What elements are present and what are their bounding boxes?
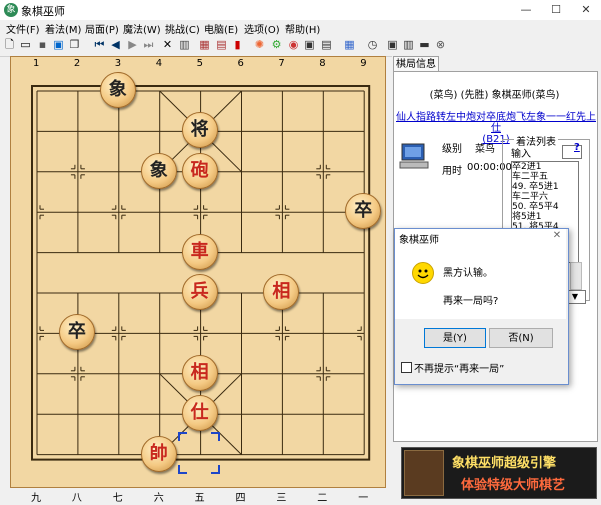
piece-black[interactable]: 象 (99, 72, 136, 108)
help-button[interactable]: ? (574, 142, 584, 156)
piece-red[interactable]: 仕 (181, 395, 218, 432)
move-entry[interactable]: 50. 卒5平4 (512, 202, 578, 212)
bottom-coord: 八 (71, 493, 82, 504)
piece-black[interactable]: 将 (181, 112, 218, 149)
book2-icon[interactable]: ▥ (402, 38, 415, 51)
move-entry[interactable]: 49. 卒5进1 (512, 182, 578, 192)
time-label: 用时 (442, 166, 462, 177)
piece-red[interactable]: 砲 (181, 152, 218, 189)
next-move-icon[interactable]: ▶ (126, 38, 139, 51)
opening-name: 仙人指路转左中炮对卒底炮飞左象一一红先上仕 (396, 112, 596, 134)
piece-red[interactable]: 帥 (140, 435, 177, 472)
piece-red[interactable]: 相 (181, 354, 218, 391)
close-button[interactable]: ✕ (571, 0, 601, 20)
panel-icon[interactable]: ▣ (386, 38, 399, 51)
menu-options[interactable]: 选项(O) (244, 21, 280, 36)
dialog-close-icon[interactable]: ✕ (551, 230, 563, 242)
bottom-coord: 六 (153, 493, 164, 504)
top-coord: 7 (278, 58, 285, 69)
menu-position[interactable]: 局面(P) (85, 21, 119, 36)
smiley-icon (412, 262, 434, 284)
window-title: 象棋巫师 (21, 5, 65, 18)
monitor-icon[interactable]: ▦ (343, 38, 356, 51)
first-move-icon[interactable]: ⏮ (93, 38, 106, 51)
bottom-coord: 七 (112, 493, 123, 504)
piece-red[interactable]: 兵 (181, 274, 218, 310)
book-icon[interactable]: ◉ (287, 38, 300, 51)
top-coord: 5 (196, 58, 203, 69)
menu-challenge[interactable]: 挑战(C) (165, 21, 200, 36)
dialog-message: 黑方认输。 (443, 268, 493, 279)
bottom-coord: 三 (276, 493, 287, 504)
clock-icon[interactable]: ◷ (366, 38, 379, 51)
no-button[interactable]: 否(N) (489, 328, 553, 348)
top-coord: 4 (155, 58, 163, 69)
tab-game-info[interactable]: 棋局信息 (393, 56, 439, 72)
color-icon[interactable]: ▮ (231, 38, 244, 51)
dialog-question: 再来一局吗? (443, 296, 499, 307)
delete-icon[interactable]: ✕ (161, 38, 174, 51)
menu-computer[interactable]: 电脑(E) (204, 21, 238, 36)
dont-remind-checkbox[interactable] (401, 362, 412, 373)
bottom-coord: 五 (194, 493, 205, 504)
top-coord: 6 (237, 58, 244, 69)
piece-black[interactable]: 象 (140, 152, 177, 189)
menu-help[interactable]: 帮助(H) (285, 21, 320, 36)
save-icon[interactable]: ▪ (36, 38, 49, 51)
copy-icon[interactable]: ❐ (68, 38, 81, 51)
bottom-coord: 一 (358, 493, 369, 504)
menu-magic[interactable]: 魔法(W) (123, 21, 161, 36)
open-icon[interactable]: ▭ (19, 38, 32, 51)
menu-file[interactable]: 文件(F) (6, 21, 40, 36)
toolbar (0, 36, 601, 57)
app-icon: 象 (4, 3, 18, 17)
prev-move-icon[interactable]: ◀ (109, 38, 122, 51)
top-coord: 9 (360, 58, 367, 69)
level-value: 菜鸟 (475, 144, 495, 155)
dont-remind-label: 不再提示“再来一局” (414, 364, 505, 375)
last-move-icon[interactable]: ⏭ (142, 38, 155, 51)
moves-scrollbar[interactable] (570, 262, 582, 290)
settings-icon[interactable]: ▣ (303, 38, 316, 51)
move-entry[interactable]: 车二平六 (512, 192, 578, 202)
move-entry[interactable]: 卒2进1 (512, 162, 578, 172)
move-entry[interactable]: 车二平五 (512, 172, 578, 182)
minimize-button[interactable]: — (511, 0, 541, 20)
tools-icon[interactable]: ▤ (215, 38, 228, 51)
close-circle-icon[interactable]: ⊗ (434, 38, 447, 51)
banner-logo-icon (404, 450, 444, 496)
move-highlight (177, 431, 221, 475)
banner-line2: 体验特级大师棋艺 (461, 478, 566, 493)
new-icon[interactable]: 🗋 (3, 38, 16, 51)
top-coord: 2 (73, 58, 81, 69)
top-coord: 1 (33, 58, 40, 69)
banner-line1: 象棋巫师超级引擎 (452, 456, 557, 471)
match-title: (菜鸟) (先胜) 象棋巫师(菜鸟) (429, 90, 560, 101)
level-label: 级别 (442, 144, 462, 155)
dialog-title: 象棋巫师 (399, 235, 439, 246)
bottom-coord: 二 (317, 493, 328, 504)
maximize-button[interactable]: ☐ (541, 0, 571, 20)
notes-icon[interactable]: ▤ (320, 38, 333, 51)
computer-icon (399, 143, 429, 169)
yes-button[interactable]: 是(Y) (424, 328, 486, 348)
edit-icon[interactable]: ▥ (178, 38, 191, 51)
move-entry[interactable]: 将5进1 (512, 212, 578, 222)
board-icon[interactable]: ▦ (198, 38, 211, 51)
menu-moves[interactable]: 着法(M) (45, 21, 81, 36)
print-icon[interactable]: ▣ (52, 38, 65, 51)
engine-icon[interactable]: ⚙ (270, 38, 283, 51)
analysis-icon[interactable]: ✺ (253, 38, 266, 51)
input-label: 输入 (511, 149, 531, 160)
bottom-coord: 九 (31, 493, 41, 504)
top-coord: 8 (319, 58, 326, 69)
piece-red[interactable]: 車 (181, 233, 218, 270)
top-coord: 3 (114, 58, 122, 69)
screen-icon[interactable]: ▬ (418, 38, 431, 51)
bottom-coord: 四 (235, 493, 246, 504)
